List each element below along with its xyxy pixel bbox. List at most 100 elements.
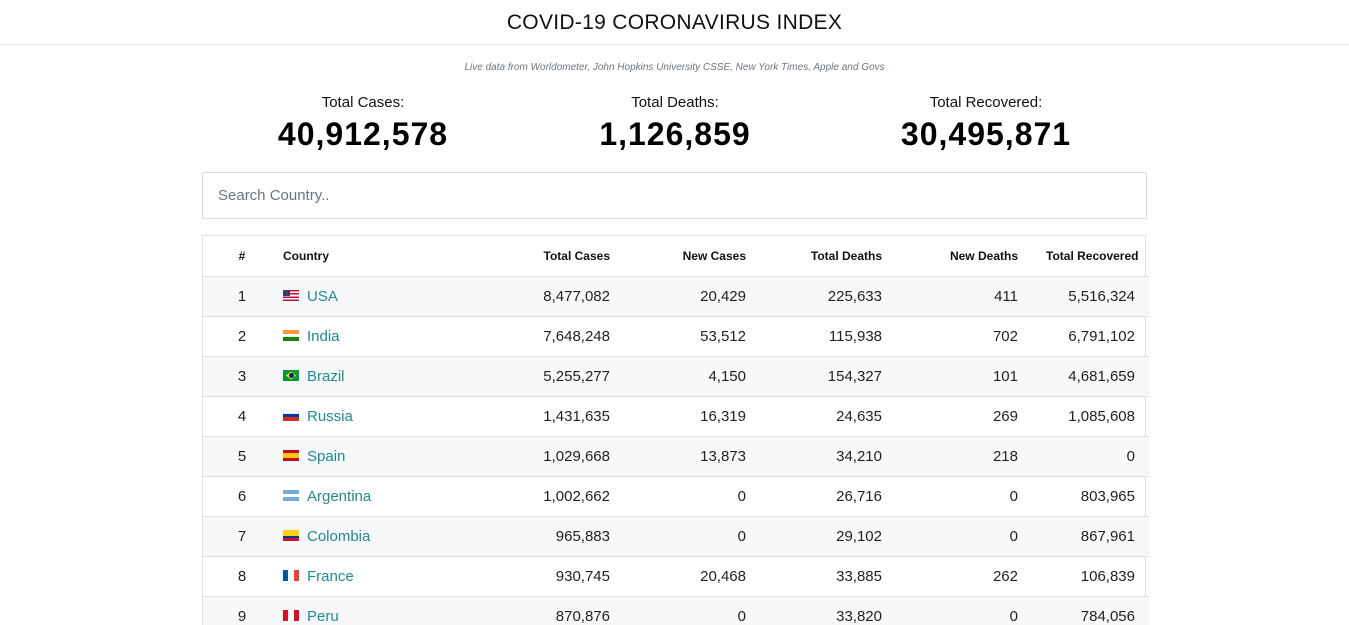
- total-recovered-cell: 803,965: [1032, 476, 1149, 517]
- country-link[interactable]: India: [307, 328, 340, 345]
- table-header-row: # Country Total Cases New Cases Total De…: [203, 236, 1149, 277]
- rank-cell: 5: [203, 436, 281, 477]
- rank-cell: 9: [203, 596, 281, 625]
- total-deaths-cell: 154,327: [760, 356, 896, 397]
- total-recovered-value: 30,495,871: [900, 116, 1072, 152]
- table-row: 8 France 930,745 20,468 33,885 262 106,839: [203, 556, 1149, 597]
- column-header-rank[interactable]: #: [203, 236, 281, 277]
- total-cases-label: Total Cases:: [321, 94, 405, 111]
- total-deaths-cell: 115,938: [760, 316, 896, 357]
- ar-flag-icon: [283, 490, 299, 502]
- new-deaths-cell: 262: [896, 556, 1032, 597]
- table-row: 7 Colombia 965,883 0 29,102 0 867,961: [203, 516, 1149, 557]
- rank-cell: 8: [203, 556, 281, 597]
- total-cases-cell: 5,255,277: [481, 356, 624, 397]
- table-row: 6 Argentina 1,002,662 0 26,716 0 803,965: [203, 476, 1149, 517]
- total-recovered-cell: 4,681,659: [1032, 356, 1149, 397]
- total-cases-cell: 7,648,248: [481, 316, 624, 357]
- new-cases-cell: 0: [624, 476, 760, 517]
- new-deaths-cell: 0: [896, 476, 1032, 517]
- total-recovered-cell: 0: [1032, 436, 1149, 477]
- total-recovered-cell: 1,085,608: [1032, 396, 1149, 437]
- total-recovered-cell: 6,791,102: [1032, 316, 1149, 357]
- column-header-total-recovered[interactable]: Total Recovered: [1032, 236, 1149, 277]
- total-cases-value: 40,912,578: [277, 116, 449, 152]
- total-deaths-cell: 26,716: [760, 476, 896, 517]
- country-link[interactable]: Brazil: [307, 368, 345, 385]
- column-header-new-cases[interactable]: New Cases: [624, 236, 760, 277]
- country-link[interactable]: Peru: [307, 608, 339, 625]
- rank-cell: 1: [203, 276, 281, 317]
- search-box: [202, 172, 1147, 219]
- new-cases-cell: 0: [624, 596, 760, 625]
- country-link[interactable]: Argentina: [307, 488, 371, 505]
- table-row: 1 USA 8,477,082 20,429 225,633 411 5,516,324: [203, 276, 1149, 317]
- country-cell: France: [281, 556, 481, 597]
- column-header-total-cases[interactable]: Total Cases: [481, 236, 624, 277]
- total-cases-cell: 870,876: [481, 596, 624, 625]
- country-cell: Brazil: [281, 356, 481, 397]
- table-row: 4 Russia 1,431,635 16,319 24,635 269 1,085,608: [203, 396, 1149, 437]
- new-deaths-cell: 0: [896, 516, 1032, 557]
- total-deaths-cell: 34,210: [760, 436, 896, 477]
- new-cases-cell: 53,512: [624, 316, 760, 357]
- new-cases-cell: 20,429: [624, 276, 760, 317]
- country-link[interactable]: USA: [307, 288, 338, 305]
- country-cell: Russia: [281, 396, 481, 437]
- fr-flag-icon: [283, 570, 299, 582]
- new-deaths-cell: 269: [896, 396, 1032, 437]
- table-row: 3 Brazil 5,255,277 4,150 154,327 101 4,681,659: [203, 356, 1149, 397]
- total-recovered-cell: 5,516,324: [1032, 276, 1149, 317]
- new-cases-cell: 20,468: [624, 556, 760, 597]
- rank-cell: 7: [203, 516, 281, 557]
- country-link[interactable]: Colombia: [307, 528, 370, 545]
- country-cell: USA: [281, 276, 481, 317]
- search-country-input[interactable]: [203, 173, 1146, 218]
- total-cases-cell: 965,883: [481, 516, 624, 557]
- country-link[interactable]: Spain: [307, 448, 345, 465]
- us-flag-icon: [283, 290, 299, 302]
- total-deaths-cell: 33,820: [760, 596, 896, 625]
- table-row: 2 India 7,648,248 53,512 115,938 702 6,791,102: [203, 316, 1149, 357]
- total-recovered-stat: Total Recovered: 30,495,871: [836, 94, 1136, 154]
- country-link[interactable]: France: [307, 568, 354, 585]
- new-deaths-cell: 101: [896, 356, 1032, 397]
- column-header-country[interactable]: Country: [281, 236, 481, 277]
- column-header-new-deaths[interactable]: New Deaths: [896, 236, 1032, 277]
- country-table: # Country Total Cases New Cases Total De…: [202, 235, 1149, 625]
- new-cases-cell: 16,319: [624, 396, 760, 437]
- table-row: 9 Peru 870,876 0 33,820 0 784,056: [203, 596, 1149, 625]
- total-deaths-cell: 29,102: [760, 516, 896, 557]
- page-header: COVID-19 CORONAVIRUS INDEX: [0, 0, 1349, 45]
- total-cases-cell: 930,745: [481, 556, 624, 597]
- new-cases-cell: 13,873: [624, 436, 760, 477]
- total-deaths-cell: 33,885: [760, 556, 896, 597]
- country-link[interactable]: Russia: [307, 408, 353, 425]
- total-cases-cell: 1,002,662: [481, 476, 624, 517]
- co-flag-icon: [283, 530, 299, 542]
- new-cases-cell: 4,150: [624, 356, 760, 397]
- new-deaths-cell: 411: [896, 276, 1032, 317]
- new-deaths-cell: 702: [896, 316, 1032, 357]
- total-deaths-cell: 24,635: [760, 396, 896, 437]
- total-cases-stat: Total Cases: 40,912,578: [213, 94, 513, 154]
- total-deaths-label: Total Deaths:: [631, 94, 719, 111]
- total-recovered-label: Total Recovered:: [929, 94, 1043, 111]
- country-cell: Spain: [281, 436, 481, 477]
- total-deaths-value: 1,126,859: [599, 116, 751, 152]
- total-recovered-cell: 106,839: [1032, 556, 1149, 597]
- column-header-total-deaths[interactable]: Total Deaths: [760, 236, 896, 277]
- table-row: 5 Spain 1,029,668 13,873 34,210 218 0: [203, 436, 1149, 477]
- rank-cell: 6: [203, 476, 281, 517]
- ru-flag-icon: [283, 410, 299, 422]
- new-deaths-cell: 218: [896, 436, 1032, 477]
- total-deaths-stat: Total Deaths: 1,126,859: [525, 94, 825, 154]
- country-cell: Peru: [281, 596, 481, 625]
- in-flag-icon: [283, 330, 299, 342]
- page-title: COVID-19 CORONAVIRUS INDEX: [506, 11, 843, 34]
- total-cases-cell: 8,477,082: [481, 276, 624, 317]
- country-cell: Argentina: [281, 476, 481, 517]
- total-recovered-cell: 784,056: [1032, 596, 1149, 625]
- data-source-note: Live data from Worldometer, John Hopkins…: [464, 62, 885, 73]
- br-flag-icon: [283, 370, 299, 382]
